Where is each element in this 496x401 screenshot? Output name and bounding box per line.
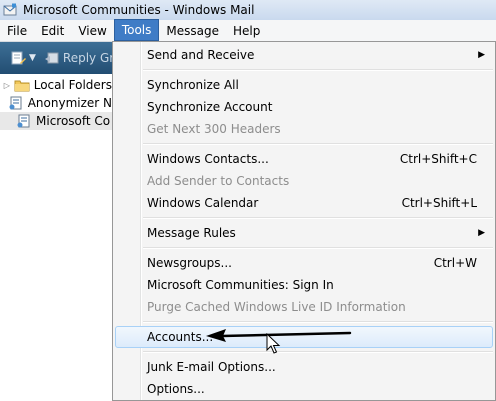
windows-mail-app-icon	[3, 3, 17, 17]
menu-separator	[143, 321, 493, 323]
menu-message[interactable]: Message	[159, 20, 226, 41]
submenu-arrow-icon: ▶	[478, 50, 485, 60]
folder-label: Microsoft Co	[36, 114, 111, 128]
menu-item-synchronize-account[interactable]: Synchronize Account	[115, 96, 493, 118]
folder-microsoft-communities[interactable]: Microsoft Co	[0, 112, 112, 130]
title-bar: Microsoft Communities - Windows Mail	[0, 0, 496, 21]
newsgroup-icon	[16, 113, 32, 129]
reply-group-label: Reply Gr	[62, 51, 115, 65]
menu-view[interactable]: View	[71, 20, 113, 41]
submenu-arrow-icon: ▶	[478, 228, 485, 238]
menu-item-junk-options[interactable]: Junk E-mail Options...	[115, 356, 493, 378]
folder-pane: ▷ Local Folders Anonymizer N Microsoft C…	[0, 74, 113, 401]
window-title: Microsoft Communities - Windows Mail	[23, 3, 255, 17]
dropdown-arrow-icon[interactable]: ▼	[29, 53, 36, 63]
newsgroup-icon	[8, 95, 24, 111]
menu-item-windows-calendar[interactable]: Windows Calendar Ctrl+Shift+L	[115, 192, 493, 214]
menu-help[interactable]: Help	[226, 20, 267, 41]
folder-icon	[14, 77, 30, 93]
folder-label: Local Folders	[33, 78, 112, 92]
menu-item-purge-cached: Purge Cached Windows Live ID Information	[147, 300, 406, 314]
reply-group-button[interactable]: Reply Gr	[40, 46, 118, 70]
shortcut-label: Ctrl+W	[433, 256, 477, 270]
menu-edit[interactable]: Edit	[34, 20, 71, 41]
menu-item-add-sender: Add Sender to Contacts	[147, 174, 290, 188]
windows-mail-window: Microsoft Communities - Windows Mail Fil…	[0, 0, 496, 401]
tools-menu: Send and Receive ▶ Synchronize All Synch…	[112, 41, 496, 401]
menu-tools[interactable]: Tools	[113, 19, 160, 41]
shortcut-label: Ctrl+Shift+C	[399, 152, 477, 166]
mouse-cursor-icon	[266, 333, 281, 354]
expand-arrow-icon[interactable]: ▷	[3, 81, 11, 90]
new-post-icon	[10, 50, 26, 66]
menu-separator	[143, 247, 493, 249]
shortcut-label: Ctrl+Shift+L	[401, 196, 477, 210]
menu-item-synchronize-all[interactable]: Synchronize All	[115, 74, 493, 96]
folder-anonymizer[interactable]: Anonymizer N	[0, 94, 112, 112]
menu-separator	[143, 351, 493, 353]
menu-item-get-next-headers: Get Next 300 Headers	[147, 122, 281, 136]
folder-label: Anonymizer N	[27, 96, 112, 110]
menu-item-options[interactable]: Options...	[115, 378, 493, 400]
menu-file[interactable]: File	[0, 20, 34, 41]
menu-item-message-rules[interactable]: Message Rules ▶	[115, 222, 493, 244]
menu-separator	[143, 143, 493, 145]
menu-item-windows-contacts[interactable]: Windows Contacts... Ctrl+Shift+C	[115, 148, 493, 170]
folder-local-folders[interactable]: ▷ Local Folders	[0, 76, 112, 94]
menu-bar: File Edit View Tools Message Help	[0, 19, 496, 42]
menu-separator	[143, 69, 493, 71]
reply-group-icon	[44, 50, 60, 66]
menu-item-communities-sign-in[interactable]: Microsoft Communities: Sign In	[115, 274, 493, 296]
menu-separator	[143, 217, 493, 219]
create-post-button[interactable]: ▼	[0, 46, 40, 70]
menu-item-send-receive[interactable]: Send and Receive ▶	[115, 44, 493, 66]
menu-item-newsgroups[interactable]: Newsgroups... Ctrl+W	[115, 252, 493, 274]
